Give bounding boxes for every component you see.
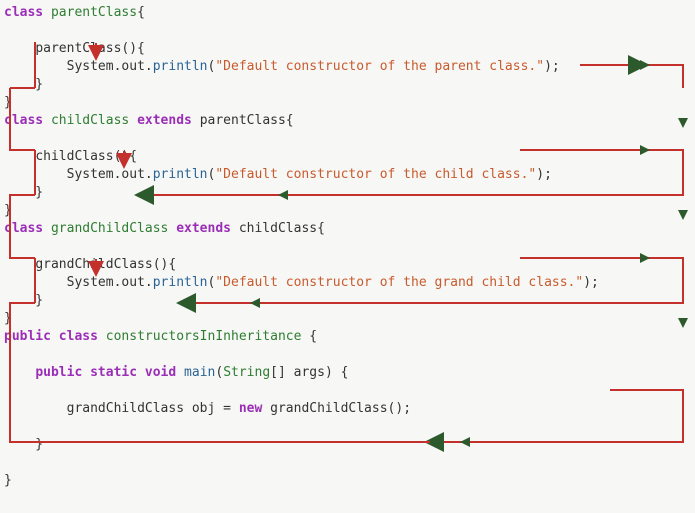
ctor: parentClass bbox=[35, 41, 121, 56]
p: (){ bbox=[153, 257, 176, 272]
fn: println bbox=[153, 275, 208, 290]
str: "Default constructor of the parent class… bbox=[215, 59, 544, 74]
kw-class: class bbox=[59, 329, 98, 344]
stype: String bbox=[223, 365, 270, 380]
kw-pub: public bbox=[35, 365, 82, 380]
t: } bbox=[4, 95, 12, 110]
kw-void: void bbox=[145, 365, 176, 380]
t: } bbox=[4, 77, 43, 92]
par: parentClass bbox=[200, 113, 286, 128]
cls: childClass bbox=[51, 113, 129, 128]
t: System.out. bbox=[67, 275, 153, 290]
end: (); bbox=[388, 401, 411, 416]
t: } bbox=[4, 293, 43, 308]
t: } bbox=[4, 311, 12, 326]
p: (){ bbox=[114, 149, 137, 164]
kw-class: class bbox=[4, 221, 43, 236]
t: ); bbox=[536, 167, 552, 182]
brace: { bbox=[137, 5, 145, 20]
kw-static: static bbox=[90, 365, 137, 380]
t: System.out. bbox=[67, 59, 153, 74]
str: "Default constructor of the grand child … bbox=[215, 275, 583, 290]
t: } bbox=[4, 203, 12, 218]
t: [] args) { bbox=[270, 365, 348, 380]
kw-class: class bbox=[4, 5, 43, 20]
t: } bbox=[4, 185, 43, 200]
par: childClass bbox=[239, 221, 317, 236]
t: } bbox=[4, 473, 12, 488]
fn: println bbox=[153, 59, 208, 74]
t: ); bbox=[544, 59, 560, 74]
kw-ext: extends bbox=[137, 113, 192, 128]
p: (){ bbox=[121, 41, 144, 56]
brace: { bbox=[317, 221, 325, 236]
t: ); bbox=[583, 275, 599, 290]
kw-class: class bbox=[4, 113, 43, 128]
t: ( bbox=[215, 365, 223, 380]
code-block: class parentClass{ parentClass(){ System… bbox=[4, 4, 691, 490]
ctor: grandChildClass bbox=[270, 401, 387, 416]
cls: constructorsInInheritance bbox=[106, 329, 302, 344]
ctor: childClass bbox=[35, 149, 113, 164]
kw-new: new bbox=[231, 401, 270, 416]
str: "Default constructor of the child class.… bbox=[215, 167, 536, 182]
t: System.out. bbox=[67, 167, 153, 182]
cls: parentClass bbox=[51, 5, 137, 20]
type: grandChildClass bbox=[67, 401, 184, 416]
kw-pub: public bbox=[4, 329, 51, 344]
t: } bbox=[4, 437, 43, 452]
kw-ext: extends bbox=[176, 221, 231, 236]
eq: = bbox=[223, 401, 231, 416]
cls: grandChildClass bbox=[51, 221, 168, 236]
fn: println bbox=[153, 167, 208, 182]
var: obj bbox=[184, 401, 223, 416]
ctor: grandChildClass bbox=[35, 257, 152, 272]
brace: { bbox=[301, 329, 317, 344]
brace: { bbox=[286, 113, 294, 128]
main: main bbox=[184, 365, 215, 380]
